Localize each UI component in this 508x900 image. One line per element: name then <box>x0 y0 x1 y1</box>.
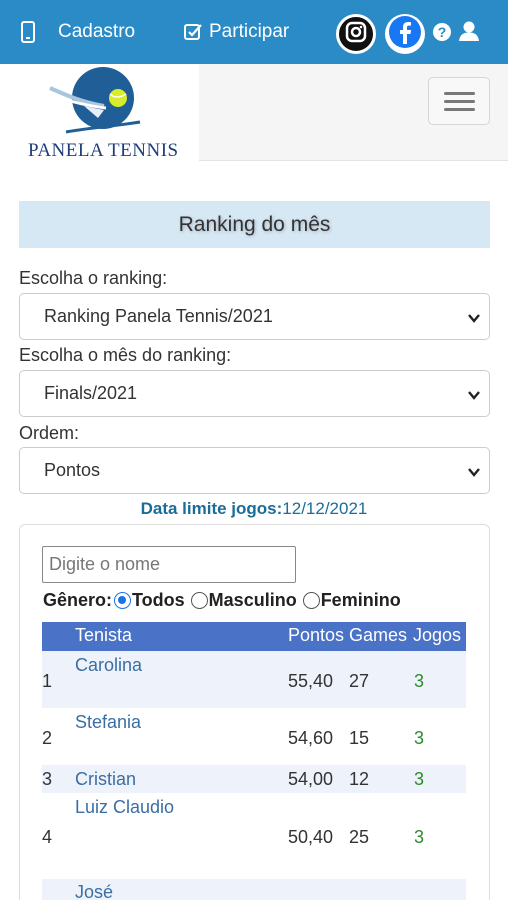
participar-label: Participar <box>209 21 290 42</box>
table-row: 4 Luiz Claudio 50,40 25 3 <box>42 793 466 879</box>
instagram-button[interactable] <box>336 14 376 54</box>
gender-label: Gênero: <box>43 590 113 610</box>
phone-icon <box>20 21 36 43</box>
row-name[interactable]: Carolina <box>75 655 142 676</box>
radio-masculino-label[interactable]: Masculino <box>209 590 297 611</box>
row-name[interactable]: Cristian <box>75 769 136 790</box>
search-input[interactable]: Digite o nome <box>42 546 296 583</box>
radio-todos[interactable] <box>114 592 132 609</box>
row-name[interactable]: Stefania <box>75 712 141 733</box>
order-select-value: Pontos <box>44 460 101 480</box>
cadastro-label: Cadastro <box>58 21 136 42</box>
participar-link[interactable]: Participar <box>183 0 289 64</box>
deadline-label: Data limite jogos: <box>140 499 283 518</box>
order-label: Ordem: <box>19 423 80 443</box>
logo-emblem[interactable] <box>48 66 144 141</box>
row-name[interactable]: Luiz Claudio <box>75 797 174 818</box>
row-name[interactable]: José <box>75 882 113 900</box>
table-row: 3 Cristian 54,00 12 3 <box>42 765 466 793</box>
month-select-value: Finals/2021 <box>44 383 138 403</box>
checkbox-icon <box>183 22 203 42</box>
page-title: Ranking do mês <box>19 201 490 248</box>
row-jogos: 3 <box>414 728 425 748</box>
gender-filter: Gênero: Todos Masculino Feminino <box>43 590 401 611</box>
deadline-value: 12/12/2021 <box>282 499 368 518</box>
row-position: 2 <box>42 728 53 748</box>
month-label: Escolha o mês do ranking: <box>19 345 232 365</box>
hamburger-icon <box>444 92 475 95</box>
row-jogos: 3 <box>414 827 425 847</box>
cadastro-link[interactable]: Cadastro <box>20 0 135 64</box>
row-pontos: 55,40 <box>288 671 334 691</box>
help-icon: ? <box>432 23 452 46</box>
ranking-label: Escolha o ranking: <box>19 268 168 288</box>
row-games: 15 <box>349 728 370 748</box>
deadline-info: Data limite jogos:12/12/2021 <box>0 499 508 519</box>
table-row: José <box>42 879 466 900</box>
user-icon <box>458 21 480 46</box>
chevron-down-icon <box>467 386 481 407</box>
row-position: 4 <box>42 827 53 847</box>
facebook-button[interactable] <box>385 14 425 54</box>
row-games: 25 <box>349 827 370 847</box>
svg-text:?: ? <box>438 24 447 40</box>
header-pontos[interactable]: Pontos <box>288 625 344 646</box>
row-pontos: 54,00 <box>288 769 334 789</box>
header-tenista[interactable]: Tenista <box>75 625 132 646</box>
order-select[interactable]: Pontos <box>19 447 490 494</box>
row-games: 27 <box>349 671 370 691</box>
header-jogos[interactable]: Jogos <box>413 625 461 646</box>
ranking-select[interactable]: Ranking Panela Tennis/2021 <box>19 293 490 340</box>
row-pontos: 54,60 <box>288 728 334 748</box>
header-games[interactable]: Games <box>349 625 407 646</box>
table-row: 2 Stefania 54,60 15 3 <box>42 708 466 765</box>
row-pontos: 50,40 <box>288 827 334 847</box>
help-button[interactable]: ? <box>432 22 452 47</box>
instagram-icon <box>345 21 367 48</box>
row-games: 12 <box>349 769 370 789</box>
row-jogos: 3 <box>414 671 425 691</box>
row-position: 3 <box>42 769 53 789</box>
user-button[interactable] <box>458 20 480 47</box>
search-placeholder: Digite o nome <box>49 554 161 574</box>
ranking-select-value: Ranking Panela Tennis/2021 <box>44 306 273 326</box>
radio-feminino[interactable] <box>302 592 320 609</box>
radio-todos-label[interactable]: Todos <box>132 590 185 611</box>
chevron-down-icon <box>467 309 481 330</box>
radio-masculino[interactable] <box>190 592 208 609</box>
table-header: Tenista Pontos Games Jogos <box>42 622 466 651</box>
row-jogos: 3 <box>414 769 425 789</box>
table-row: 1 Carolina 55,40 27 3 <box>42 651 466 708</box>
row-position: 1 <box>42 671 53 691</box>
facebook-icon <box>388 15 422 54</box>
radio-feminino-label[interactable]: Feminino <box>321 590 401 611</box>
menu-toggle-button[interactable] <box>428 77 490 125</box>
chevron-down-icon <box>467 463 481 484</box>
month-select[interactable]: Finals/2021 <box>19 370 490 417</box>
logo-text: PANELA TENNIS <box>28 140 179 161</box>
